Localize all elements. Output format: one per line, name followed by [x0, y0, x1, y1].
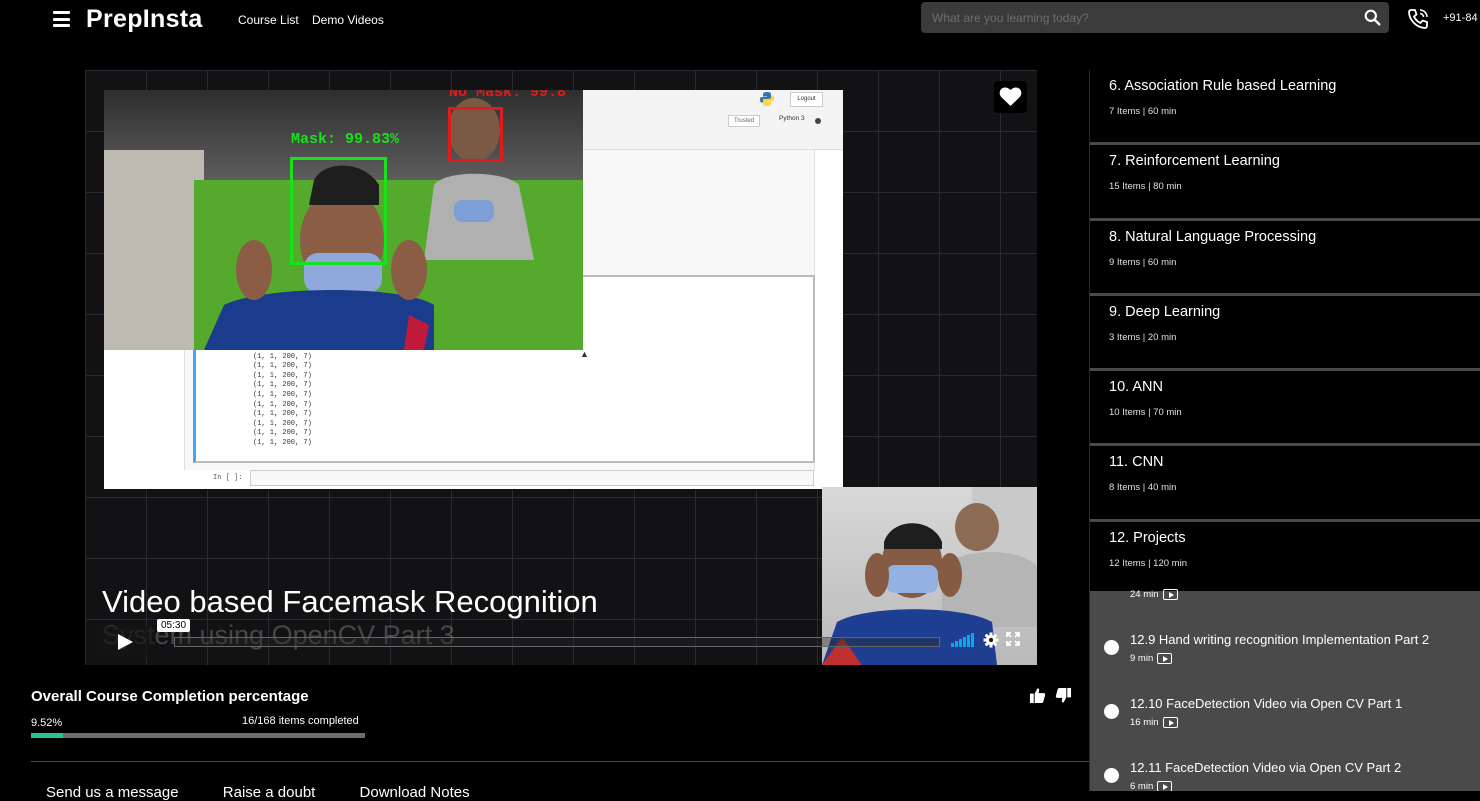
video-player[interactable]: Logout Trusted Python 3 (1, 1, 200, 7) (1… — [85, 70, 1037, 665]
phone-number[interactable]: +91-84 — [1443, 12, 1478, 24]
module-item[interactable]: 9. Deep Learning 3 Items | 20 min — [1090, 295, 1480, 372]
thumbs-down-icon[interactable] — [1055, 687, 1072, 704]
search-input[interactable] — [921, 2, 1351, 33]
module-title: 10. ANN — [1109, 379, 1163, 396]
completion-percent: 9.52% — [31, 717, 63, 729]
menu-icon[interactable] — [53, 11, 70, 27]
camera-wall — [104, 150, 204, 350]
heart-icon — [999, 87, 1022, 107]
bottom-tabs: Send us a message Raise a doubt Download… — [46, 784, 510, 801]
video-play-icon — [1162, 717, 1178, 728]
module-title: 11. CNN — [1109, 454, 1164, 471]
course-sidebar: 6. Association Rule based Learning 7 Ite… — [1089, 70, 1480, 791]
lesson-title: 12.10 FaceDetection Video via Open CV Pa… — [1130, 696, 1403, 711]
search-bar — [921, 2, 1389, 33]
top-navbar: PrepInsta Course List Demo Videos +91-84 — [0, 0, 1480, 40]
module-item[interactable]: 7. Reinforcement Learning 15 Items | 80 … — [1090, 145, 1480, 221]
logout-button: Logout — [790, 92, 823, 107]
module-title: 12. Projects — [1109, 529, 1186, 546]
lesson-status-circle — [1104, 768, 1119, 783]
tab-download-notes[interactable]: Download Notes — [360, 784, 470, 801]
python-logo-icon — [760, 92, 774, 106]
lesson-meta: 9 min — [1130, 653, 1173, 664]
module-item[interactable]: 6. Association Rule based Learning 7 Ite… — [1090, 70, 1480, 146]
trusted-badge: Trusted — [728, 115, 760, 127]
lesson-title: 12.11 FaceDetection Video via Open CV Pa… — [1130, 760, 1402, 775]
mask-detection-box — [290, 157, 387, 265]
lesson-meta: 6 min — [1130, 781, 1173, 791]
lesson-item[interactable]: 12.11 FaceDetection Video via Open CV Pa… — [1090, 757, 1480, 791]
module-meta: 8 Items | 40 min — [1109, 482, 1177, 494]
time-tooltip: 05:30 — [157, 619, 191, 632]
completion-progress-bar — [31, 733, 365, 738]
input-cell — [250, 470, 814, 486]
module-title: 7. Reinforcement Learning — [1109, 153, 1280, 170]
module-item-projects[interactable]: 12. Projects 12 Items | 120 min — [1090, 521, 1480, 598]
video-title: Video based Facemask Recognition — [102, 584, 598, 619]
play-icon — [118, 634, 133, 650]
module-meta: 12 Items | 120 min — [1109, 557, 1187, 569]
video-play-icon — [1157, 781, 1173, 791]
fullscreen-icon[interactable] — [1006, 632, 1020, 646]
settings-gear-icon[interactable] — [983, 632, 999, 648]
no-mask-detection-box — [448, 107, 503, 162]
lesson-meta: 16 min — [1130, 717, 1178, 728]
no-mask-detection-label: No Mask: 99.8 — [449, 90, 567, 101]
module-title: 9. Deep Learning — [1109, 303, 1221, 320]
module-title: 8. Natural Language Processing — [1109, 228, 1317, 245]
section-divider — [31, 761, 1089, 762]
completion-progress-fill — [31, 733, 63, 738]
completion-items: 16/168 items completed — [242, 715, 359, 727]
lesson-meta: 24 min — [1130, 589, 1178, 600]
tab-raise-doubt[interactable]: Raise a doubt — [223, 784, 316, 801]
completion-title: Overall Course Completion percentage — [31, 688, 309, 705]
volume-icon[interactable] — [951, 633, 974, 647]
video-progress-bar[interactable] — [174, 637, 940, 647]
module-item[interactable]: 10. ANN 10 Items | 70 min — [1090, 371, 1480, 447]
webcam-detection-window: Mask: 99.83% No Mask: 99.8 — [104, 90, 583, 350]
module-item[interactable]: 11. CNN 8 Items | 40 min — [1090, 446, 1480, 522]
site-logo[interactable]: PrepInsta — [86, 5, 203, 34]
lesson-title: 12.9 Hand writing recognition Implementa… — [1130, 632, 1430, 647]
module-item[interactable]: 8. Natural Language Processing 9 Items |… — [1090, 220, 1480, 296]
module-meta: 3 Items | 20 min — [1109, 331, 1177, 343]
mouse-cursor-icon: ▲ — [580, 349, 589, 359]
module-meta: 10 Items | 70 min — [1109, 407, 1182, 419]
nav-demo-videos[interactable]: Demo Videos — [312, 13, 384, 27]
lesson-item[interactable]: 12.10 FaceDetection Video via Open CV Pa… — [1090, 693, 1480, 753]
video-controls: 05:30 — [94, 619, 1027, 658]
module-meta: 9 Items | 60 min — [1109, 256, 1177, 268]
kernel-label: Python 3 — [779, 115, 805, 122]
play-button[interactable] — [94, 626, 154, 658]
lesson-status-circle — [1104, 704, 1119, 719]
module-meta: 7 Items | 60 min — [1109, 106, 1177, 117]
kernel-status-dot — [815, 118, 821, 124]
phone-icon[interactable] — [1406, 7, 1430, 31]
input-prompt: In [ ]: — [213, 474, 243, 482]
nav-course-list[interactable]: Course List — [238, 13, 299, 27]
mask-detection-label: Mask: 99.83% — [291, 131, 400, 148]
thumbs-up-icon[interactable] — [1029, 687, 1046, 704]
video-play-icon — [1162, 589, 1178, 600]
projects-lesson-list: 24 min 12.9 Hand writing recognition Imp… — [1090, 589, 1480, 791]
favorite-button[interactable] — [994, 81, 1027, 113]
output-lines: (1, 1, 200, 7) (1, 1, 200, 7) (1, 1, 200,… — [253, 343, 312, 447]
module-meta: 15 Items | 80 min — [1109, 181, 1182, 193]
video-play-icon — [1157, 653, 1173, 664]
lesson-status-circle — [1104, 640, 1119, 655]
lesson-item[interactable]: 12.9 Hand writing recognition Implementa… — [1090, 629, 1480, 689]
search-icon[interactable] — [1364, 9, 1381, 26]
lesson-item[interactable]: 24 min — [1090, 589, 1480, 607]
tab-send-message[interactable]: Send us a message — [46, 784, 179, 801]
module-title: 6. Association Rule based Learning — [1109, 78, 1337, 94]
